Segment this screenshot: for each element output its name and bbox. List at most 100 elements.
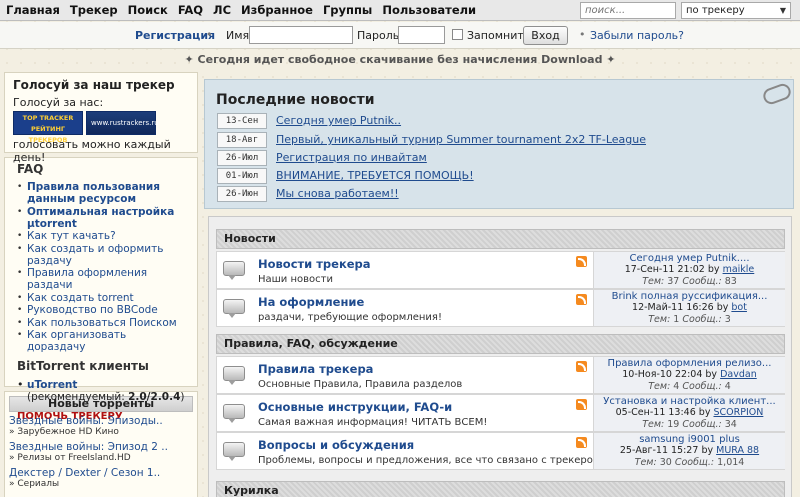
last-post-title[interactable]: Brink полная руссификация... xyxy=(594,291,785,302)
forgot-password-link[interactable]: Забыли пароль? xyxy=(590,29,684,42)
category-header[interactable]: Новости xyxy=(216,229,785,249)
bittorrent-clients-title: BitTorrent клиенты xyxy=(17,359,149,373)
nav-tracker[interactable]: Трекер xyxy=(66,3,122,17)
news-link[interactable]: Мы снова работаем!! xyxy=(276,187,399,200)
login-bar: Регистрация • Имя: Пароль: Запомнить Вхо… xyxy=(0,22,800,49)
left-sidebar: Голосуй за наш трекер Голосуй за нас: TO… xyxy=(4,72,198,497)
announce-star-icon: ✦ xyxy=(184,53,194,66)
bullet-icon: • xyxy=(17,243,23,254)
topic-count: 37 xyxy=(667,276,680,287)
news-link[interactable]: Первый, уникальный турнир Summer tournam… xyxy=(276,133,646,146)
last-post-date: 12-Май-11 16:26 xyxy=(632,302,714,313)
login-button[interactable]: Вход xyxy=(523,26,568,45)
last-post-user[interactable]: SCORPION xyxy=(713,407,763,418)
torrent-category[interactable]: » Сериалы xyxy=(9,479,193,490)
latest-news-title: Последние новости xyxy=(216,92,375,108)
last-post: Установка и настройка клиент... 05-Сен-1… xyxy=(593,395,785,431)
nav-search[interactable]: Поиск xyxy=(124,3,172,17)
news-date: 13-Сен xyxy=(217,112,267,129)
register-link[interactable]: Регистрация xyxy=(135,29,215,42)
username-field[interactable] xyxy=(249,26,353,44)
rustrackers-badge[interactable]: www.rustrackers.ru xyxy=(86,111,159,135)
news-date: 26-Июл xyxy=(217,149,267,166)
torrent-category[interactable]: » Релизы от FreeIsland.HD xyxy=(9,453,193,464)
news-link[interactable]: ВНИМАНИЕ, ТРЕБУЕТСЯ ПОМОЩЬ! xyxy=(276,169,474,182)
last-post-user[interactable]: Davdan xyxy=(720,369,757,380)
forum-description: раздачи, требующие оформления! xyxy=(258,312,442,323)
last-post: Brink полная руссификация... 12-Май-11 1… xyxy=(593,290,785,326)
last-post-user[interactable]: bot xyxy=(731,302,747,313)
faq-link[interactable]: Как тут качать? xyxy=(27,230,116,242)
torrent-link[interactable]: Звездные войны: Эпизод 2 .. xyxy=(9,441,193,453)
forum-name[interactable]: На оформление xyxy=(258,295,364,309)
rss-icon[interactable] xyxy=(576,294,587,305)
separator-dot-icon: • xyxy=(206,28,213,41)
search-scope-select[interactable]: по трекеру ▼ xyxy=(681,2,791,19)
last-post-user[interactable]: maikle xyxy=(723,264,755,275)
news-link[interactable]: Регистрация по инвайтам xyxy=(276,151,427,164)
password-field[interactable] xyxy=(398,26,445,44)
category-header[interactable]: Курилка xyxy=(216,481,785,497)
topic-count: 4 xyxy=(673,381,680,392)
forum-bubble-icon xyxy=(223,366,245,385)
torrent-link[interactable]: Звездные войны. Эпизоды.. xyxy=(9,415,193,427)
last-post-title[interactable]: Установка и настройка клиент... xyxy=(594,396,785,407)
vote-subtitle: Голосуй за нас: xyxy=(13,96,104,109)
nav-favorites[interactable]: Избранное xyxy=(237,3,317,17)
faq-link[interactable]: Руководство по BBCode xyxy=(27,304,158,316)
nav-home[interactable]: Главная xyxy=(2,3,64,17)
rustrackers-badge-text: www.rustrackers.ru xyxy=(91,119,159,127)
bullet-icon: • xyxy=(17,231,23,241)
torrent-link[interactable]: Декстер / Dexter / Сезон 1.. xyxy=(9,467,193,479)
news-date: 26-Июн xyxy=(217,185,267,202)
forum-description: Наши новости xyxy=(258,274,333,285)
forum-description: Проблемы, вопросы и предложения, все что… xyxy=(258,455,601,466)
last-post-title[interactable]: Правила оформления релизо... xyxy=(594,358,785,369)
faq-link[interactable]: Правила оформления раздачи xyxy=(27,267,185,291)
forum-bubble-icon xyxy=(223,404,245,423)
torrent-category[interactable]: » Зарубежное HD Кино xyxy=(9,427,193,438)
forum-name[interactable]: Правила трекера xyxy=(258,362,373,376)
nav-faq[interactable]: FAQ xyxy=(174,3,207,17)
forum-bubble-icon xyxy=(223,442,245,461)
faq-link[interactable]: Как организовать дораздачу xyxy=(27,329,185,353)
bullet-icon: • xyxy=(17,330,23,340)
password-label: Пароль: xyxy=(357,29,403,42)
top-tracker-badge[interactable]: TOP TRACKER РЕЙТИНГ ТРЕКЕРОВ xyxy=(13,111,83,144)
last-post-date: 25-Авг-11 15:27 xyxy=(619,445,699,456)
forum-name[interactable]: Новости трекера xyxy=(258,257,371,271)
forum-description: Самая важная информация! ЧИТАТЬ ВСЕМ! xyxy=(258,417,488,428)
nav-pm[interactable]: ЛС xyxy=(209,3,235,17)
faq-link[interactable]: Как создать и оформить раздачу xyxy=(27,243,185,267)
category-header[interactable]: Правила, FAQ, обсуждение xyxy=(216,334,785,354)
last-post-title[interactable]: samsung i9001 plus xyxy=(594,434,785,445)
forum-name[interactable]: Вопросы и обсуждения xyxy=(258,438,414,452)
forum-list: Новости Новости трекера Наши новости Сег… xyxy=(208,216,792,497)
search-input[interactable] xyxy=(580,2,676,19)
separator-dot-icon: • xyxy=(579,28,586,41)
utorrent-link[interactable]: uTorrent xyxy=(27,379,77,391)
bullet-icon: • xyxy=(17,182,23,192)
forum-name[interactable]: Основные инструкции, FAQ-и xyxy=(258,400,452,414)
forum-row: Вопросы и обсуждения Проблемы, вопросы и… xyxy=(216,432,785,470)
new-torrents-box: Новые торренты Звездные войны. Эпизоды..… xyxy=(4,391,198,497)
last-post-date: 17-Сен-11 21:02 xyxy=(624,264,705,275)
rss-icon[interactable] xyxy=(576,399,587,410)
remember-checkbox[interactable] xyxy=(452,29,463,40)
news-row: 13-Сен Сегодня умер Putnik.. xyxy=(217,112,401,129)
news-row: 18-Авг Первый, уникальный турнир Summer … xyxy=(217,131,646,148)
nav-groups[interactable]: Группы xyxy=(319,3,376,17)
nav-users[interactable]: Пользователи xyxy=(378,3,480,17)
last-post-user[interactable]: MURA 88 xyxy=(716,445,759,456)
last-post-title[interactable]: Сегодня умер Putnik.... xyxy=(594,253,785,264)
faq-link[interactable]: Правила пользования данным ресурсом xyxy=(27,181,185,205)
rss-icon[interactable] xyxy=(576,256,587,267)
faq-link[interactable]: Оптимальная настройка µtorrent xyxy=(27,206,185,230)
faq-link[interactable]: Как создать torrent xyxy=(27,292,134,304)
faq-box: FAQ • Правила пользования данным ресурсом… xyxy=(4,157,198,422)
rss-icon[interactable] xyxy=(576,361,587,372)
post-count: 3 xyxy=(724,314,731,325)
rss-icon[interactable] xyxy=(576,437,587,448)
faq-link[interactable]: Как пользоваться Поиском xyxy=(27,317,177,329)
news-link[interactable]: Сегодня умер Putnik.. xyxy=(276,114,401,127)
